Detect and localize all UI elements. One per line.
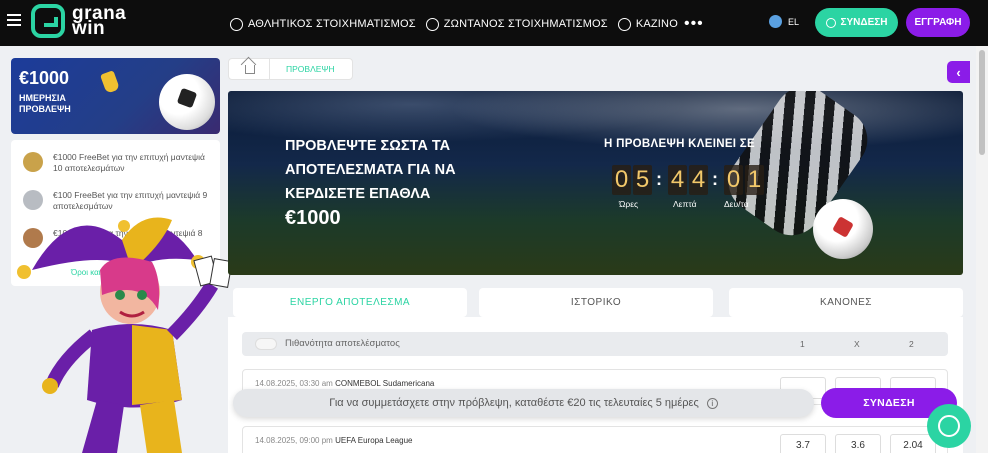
top-header: grana win ΑΘΛΗΤΙΚΟΣ ΣΤΟΙΧΗΜΑΤΙΣΜΟΣ ΖΩΝΤΑ… <box>0 0 988 46</box>
deposit-notice: Για να συμμετάσχετε στην πρόβλεψη, καταθ… <box>233 389 814 417</box>
more-menu-icon[interactable]: ••• <box>684 15 704 33</box>
collapse-sidebar-button[interactable]: ‹ <box>947 61 970 83</box>
breadcrumb: ΠΡΟΒΛΕΨΗ <box>228 58 353 80</box>
minutes-label: Λεπτά <box>673 199 697 209</box>
login-button-label: ΣΥΝΔΕΣΗ <box>840 17 888 28</box>
countdown-digit: 0 <box>724 165 743 195</box>
info-icon[interactable]: i <box>706 397 718 409</box>
hours-label: Ώρες <box>619 199 639 209</box>
nav-live[interactable]: ΖΩΝΤΑΝΟΣ ΣΤΟΙΧΗΜΑΤΙΣΜΟΣ <box>425 17 608 31</box>
nav-sports[interactable]: ΑΘΛΗΤΙΚΟΣ ΣΤΟΙΧΗΜΑΤΙΣΜΟΣ <box>230 17 416 31</box>
nav-sports-label: ΑΘΛΗΤΙΚΟΣ ΣΤΟΙΧΗΜΑΤΙΣΜΟΣ <box>248 18 416 30</box>
countdown-digit: 4 <box>689 165 708 195</box>
seconds-label: Δευ/τα <box>724 199 749 209</box>
home-icon[interactable] <box>245 64 255 74</box>
notice-text: Για να συμμετάσχετε στην πρόβλεψη, καταθ… <box>329 397 699 409</box>
menu-icon[interactable] <box>7 14 21 28</box>
prediction-hero-banner: ΠΡΟΒΛΕΨΤΕ ΣΩΣΤΑ ΤΑ ΑΠΟΤΕΛΕΣΜΑΤΑ ΓΙΑ ΝΑ Κ… <box>228 91 963 275</box>
countdown-hours: 0 5 <box>612 165 654 195</box>
logo-mark-icon <box>31 4 65 38</box>
probability-toggle[interactable] <box>255 338 277 350</box>
login-button[interactable]: ΣΥΝΔΕΣΗ <box>815 8 898 37</box>
countdown-digit: 1 <box>745 165 764 195</box>
nav-casino[interactable]: ΚΑΖΙΝΟ <box>617 17 678 31</box>
gold-trophy-icon <box>23 152 43 172</box>
globe-icon <box>769 15 782 28</box>
user-icon <box>825 17 836 28</box>
promo-subtitle-line1: ΗΜΕΡΗΣΙΑ <box>19 93 66 103</box>
hero-soccer-ball-image <box>813 199 873 259</box>
match-date: 14.08.2025, 03:30 am <box>255 379 333 388</box>
language-code: EL <box>788 16 800 27</box>
col-header-2: 2 <box>909 339 914 349</box>
countdown-digit: 5 <box>633 165 652 195</box>
countdown-digit: 4 <box>668 165 687 195</box>
match-league: CONMEBOL Sudamericana <box>335 379 435 388</box>
countdown-seconds: 0 1 <box>724 165 766 195</box>
odd-1-button[interactable]: 3.7 <box>780 434 826 453</box>
register-button[interactable]: ΕΓΓΡΑΦΗ <box>906 8 970 37</box>
soccer-ball-image <box>159 74 215 130</box>
scrollbar-thumb[interactable] <box>979 50 985 155</box>
tab-active-result[interactable]: ΕΝΕΡΓΟ ΑΠΟΤΕΛΕΣΜΑ <box>233 288 467 317</box>
casino-chip-icon <box>617 17 631 31</box>
trophy-icon <box>100 70 120 94</box>
match-date: 14.08.2025, 09:00 pm <box>255 436 333 445</box>
tab-history[interactable]: ΙΣΤΟΡΙΚΟ <box>479 288 713 317</box>
countdown-digit: 0 <box>612 165 631 195</box>
odd-x-button[interactable]: 3.6 <box>835 434 881 453</box>
nav-casino-label: ΚΑΖΙΝΟ <box>635 18 678 30</box>
main-nav: ΑΘΛΗΤΙΚΟΣ ΣΤΟΙΧΗΜΑΤΙΣΜΟΣ ΖΩΝΤΑΝΟΣ ΣΤΟΙΧΗ… <box>230 15 704 33</box>
odds-header-title: Πιθανότητα αποτελέσματος <box>285 338 400 349</box>
chat-button[interactable] <box>927 404 971 448</box>
countdown-label: Η ΠΡΟΒΛΕΨΗ ΚΛΕΙΝΕΙ ΣΕ <box>604 138 755 150</box>
prize-text: €1000 FreeBet για την επιτυχή μαντεψιά 1… <box>53 152 205 173</box>
match-row: 14.08.2025, 09:00 pm UEFA Europa League … <box>242 426 948 453</box>
language-selector[interactable]: EL <box>769 15 799 28</box>
prize-item: €1000 FreeBet για την επιτυχή μαντεψιά 1… <box>23 152 213 174</box>
chat-icon <box>938 415 960 437</box>
jester-mascot-image <box>17 217 233 453</box>
tab-rules[interactable]: ΚΑΝΟΝΕΣ <box>729 288 963 317</box>
promo-subtitle-line2: ΠΡΟΒΛΕΨΗ <box>19 104 71 114</box>
live-icon <box>425 17 439 31</box>
hero-amount: €1000 <box>285 207 341 229</box>
match-league: UEFA Europa League <box>335 436 413 445</box>
chevron-left-icon: ‹ <box>956 64 961 80</box>
promo-amount: €1000 <box>19 68 70 88</box>
col-header-x: X <box>854 339 860 349</box>
soccer-ball-icon <box>230 17 243 31</box>
col-header-1: 1 <box>800 339 805 349</box>
breadcrumb-current[interactable]: ΠΡΟΒΛΕΨΗ <box>286 64 335 74</box>
countdown-minutes: 4 4 <box>668 165 710 195</box>
logo[interactable]: grana win <box>31 4 126 38</box>
hero-title: ΠΡΟΒΛΕΨΤΕ ΣΩΣΤΑ ΤΑ ΑΠΟΤΕΛΕΣΜΑΤΑ ΓΙΑ ΝΑ Κ… <box>285 138 456 202</box>
daily-prediction-banner[interactable]: €1000 ΗΜΕΡΗΣΙΑ ΠΡΟΒΛΕΨΗ <box>11 58 220 134</box>
nav-live-label: ΖΩΝΤΑΝΟΣ ΣΤΟΙΧΗΜΑΤΙΣΜΟΣ <box>443 18 608 30</box>
